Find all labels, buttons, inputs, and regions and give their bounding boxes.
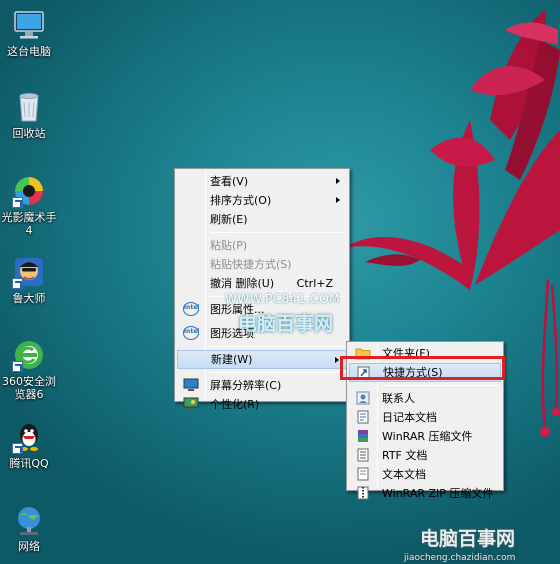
desktop-icon-label: 这台电脑 — [7, 45, 51, 58]
winrar-icon — [355, 429, 371, 443]
360-browser-icon — [12, 338, 46, 372]
menu-item-paste[interactable]: 粘贴(P) — [177, 236, 347, 255]
desktop-icon-qq[interactable]: 腾讯QQ — [0, 420, 58, 470]
menu-item-label: 新建(W) — [211, 353, 253, 366]
desktop-icon-label: 腾讯QQ — [9, 457, 49, 470]
submenu-item-text[interactable]: 文本文档 — [349, 465, 501, 484]
submenu-item-contact[interactable]: 联系人 — [349, 389, 501, 408]
desktop-icon-label: 光影魔术手4 — [1, 211, 57, 237]
desktop-icon-label: 回收站 — [12, 127, 46, 140]
menu-item-paste-shortcut[interactable]: 粘贴快捷方式(S) — [177, 255, 347, 274]
contact-icon — [355, 391, 371, 405]
watermark-name: 电脑百事网 — [238, 313, 334, 335]
desktop-icon-label: 鲁大师 — [12, 292, 46, 305]
menu-separator — [210, 372, 345, 373]
corner-logo: 电脑百事网 jiaocheng.chazidian.com — [398, 522, 560, 564]
display-icon — [183, 378, 199, 392]
menu-item-refresh[interactable]: 刷新(E) — [177, 210, 347, 229]
shortcut-overlay-icon — [12, 278, 23, 289]
menu-item-view[interactable]: 查看(V) — [177, 172, 347, 191]
menu-item-sort[interactable]: 排序方式(O) — [177, 191, 347, 210]
menu-item-label: 撤消 删除(U) — [210, 277, 275, 290]
menu-item-label: 粘贴(P) — [210, 239, 248, 252]
intel-icon: intel — [183, 326, 199, 340]
menu-item-screen-resolution[interactable]: 屏幕分辨率(C) — [177, 376, 347, 395]
desktop-context-menu: 查看(V) 排序方式(O) 刷新(E) 粘贴(P) 粘贴快捷方式(S) 撤消 删… — [174, 168, 350, 411]
submenu-item-winrar-zip[interactable]: WinRAR ZIP 压缩文件 — [349, 484, 501, 503]
this-pc-icon — [12, 8, 46, 42]
recycle-bin-icon — [12, 90, 46, 124]
menu-item-label: 屏幕分辨率(C) — [210, 379, 282, 392]
submenu-arrow-icon — [336, 178, 340, 184]
desktop-icon-nEOiMAGING[interactable]: 光影魔术手4 — [0, 174, 58, 237]
desktop-icon-label: 网络 — [18, 540, 40, 553]
journal-icon — [355, 410, 371, 424]
ludashi-icon — [12, 255, 46, 289]
menu-item-new[interactable]: 新建(W) — [177, 350, 347, 369]
menu-item-undo-delete[interactable]: 撤消 删除(U) Ctrl+Z — [177, 274, 347, 293]
rtf-document-icon — [355, 448, 371, 462]
shortcut-overlay-icon — [12, 361, 23, 372]
shortcut-overlay-icon — [12, 443, 23, 454]
corner-logo-url: jiaocheng.chazidian.com — [404, 553, 516, 563]
submenu-item-winrar[interactable]: WinRAR 压缩文件 — [349, 427, 501, 446]
menu-item-label: RTF 文档 — [382, 449, 428, 462]
submenu-item-rtf[interactable]: RTF 文档 — [349, 446, 501, 465]
qq-icon — [12, 420, 46, 454]
menu-item-label: 查看(V) — [210, 175, 249, 188]
desktop-icon-this-pc[interactable]: 这台电脑 — [0, 8, 58, 58]
menu-item-shortcut: Ctrl+Z — [296, 277, 333, 290]
menu-separator — [210, 346, 345, 347]
desktop-icon-ludashi[interactable]: 鲁大师 — [0, 255, 58, 305]
intel-icon: intel — [183, 302, 199, 316]
desktop-icon-label: 360安全浏览器6 — [2, 375, 56, 401]
submenu-arrow-icon — [336, 197, 340, 203]
menu-item-label: 个性化(R) — [210, 398, 260, 411]
menu-item-label: 日记本文档 — [382, 411, 437, 424]
text-document-icon — [355, 467, 371, 481]
submenu-arrow-icon — [335, 357, 339, 363]
corner-logo-name: 电脑百事网 — [420, 528, 516, 550]
winrar-zip-icon — [355, 486, 371, 500]
highlight-annotation-box — [340, 356, 505, 380]
menu-item-personalize[interactable]: 个性化(R) — [177, 395, 347, 414]
desktop-icon-recycle-bin[interactable]: 回收站 — [0, 90, 58, 140]
menu-item-label: 排序方式(O) — [210, 194, 272, 207]
menu-item-label: WinRAR 压缩文件 — [382, 430, 473, 443]
network-icon — [12, 503, 46, 537]
menu-item-label: 联系人 — [382, 392, 415, 405]
menu-item-label: 刷新(E) — [210, 213, 248, 226]
desktop-icon-network[interactable]: 网络 — [0, 503, 58, 553]
shortcut-overlay-icon — [12, 197, 23, 208]
menu-item-label: 粘贴快捷方式(S) — [210, 258, 292, 271]
personalize-icon — [183, 397, 199, 411]
menu-item-label: 文本文档 — [382, 468, 426, 481]
desktop-icon-360-browser[interactable]: 360安全浏览器6 — [0, 338, 58, 401]
submenu-item-journal[interactable]: 日记本文档 — [349, 408, 501, 427]
desktop[interactable]: 这台电脑 回收站 光影魔术手4 鲁大师 360安全浏览器6 腾讯QQ 网络 查看… — [0, 0, 560, 564]
menu-separator — [382, 385, 499, 386]
menu-item-label: WinRAR ZIP 压缩文件 — [382, 487, 494, 500]
menu-separator — [210, 232, 345, 233]
nEOiMAGING-icon — [12, 174, 46, 208]
watermark-url: WWW.PC841.COM — [225, 292, 341, 306]
